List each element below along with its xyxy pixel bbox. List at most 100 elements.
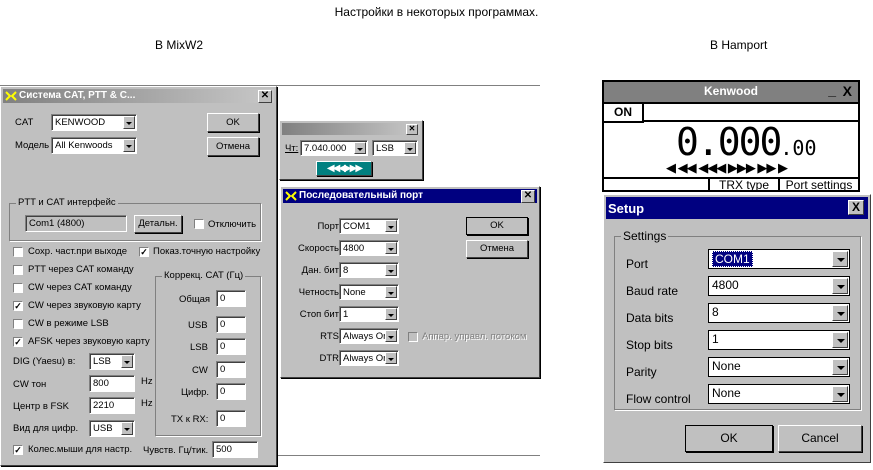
mixw-app-icon bbox=[5, 91, 17, 101]
serial-rts-select[interactable]: Always On bbox=[339, 328, 399, 344]
cw-tone-input[interactable]: 800 bbox=[89, 375, 135, 392]
chevron-down-icon[interactable] bbox=[385, 330, 397, 342]
dig-select-value: LSB bbox=[93, 356, 111, 367]
chevron-down-icon[interactable] bbox=[123, 139, 135, 152]
corr-common-input[interactable]: 0 bbox=[216, 290, 246, 307]
chevron-down-icon[interactable] bbox=[832, 332, 848, 348]
setup-databits-value: 8 bbox=[712, 305, 719, 319]
afsk-sound-checkbox[interactable]: ✓ bbox=[13, 337, 23, 347]
serial-port-select[interactable]: COM1 bbox=[339, 218, 399, 234]
chevron-down-icon[interactable] bbox=[121, 422, 133, 435]
serial-close-button[interactable]: ✕ bbox=[521, 190, 535, 203]
chevron-down-icon[interactable] bbox=[385, 286, 397, 298]
freq-select[interactable]: 7.040.000 bbox=[300, 140, 368, 156]
setup-stopbits-label: Stop bits bbox=[626, 338, 673, 352]
setup-stopbits-select[interactable]: 1 bbox=[708, 330, 850, 350]
cw-cat-label: CW через CAT команду bbox=[28, 282, 132, 293]
hw-flow-checkbox[interactable] bbox=[408, 332, 418, 342]
serial-cancel-button[interactable]: Отмена bbox=[466, 240, 528, 258]
chevron-down-icon[interactable] bbox=[832, 278, 848, 294]
cat-label: CAT bbox=[15, 117, 34, 128]
corr-lsb-input[interactable]: 0 bbox=[216, 338, 246, 355]
afsk-sound-label: AFSK через звуковую карту bbox=[28, 336, 150, 347]
cw-sound-checkbox[interactable]: ✓ bbox=[13, 301, 23, 311]
view-select-value: USB bbox=[93, 423, 113, 434]
ptt-cat-checkbox[interactable] bbox=[13, 265, 23, 275]
fsk-input[interactable]: 2210 bbox=[89, 397, 135, 414]
chevron-down-icon[interactable] bbox=[354, 142, 366, 154]
chevron-down-icon[interactable] bbox=[385, 352, 397, 364]
chevron-down-icon[interactable] bbox=[832, 386, 848, 402]
view-select[interactable]: USB bbox=[89, 420, 135, 437]
cat-ok-button[interactable]: OK bbox=[207, 113, 259, 132]
sens-input[interactable]: 500 bbox=[212, 441, 258, 458]
chevron-down-icon[interactable] bbox=[832, 251, 848, 267]
corr-digital-label: Цифр. bbox=[181, 387, 210, 398]
chevron-down-icon[interactable] bbox=[832, 359, 848, 375]
kenwood-tuning-arrows[interactable]: ◀ ◀◀ ◀◀◀ ▶▶▶ ▶▶ ▶ bbox=[666, 160, 788, 176]
setup-close-button[interactable]: X bbox=[848, 200, 864, 215]
cw-lsb-checkbox[interactable] bbox=[13, 319, 23, 329]
cat-cancel-button[interactable]: Отмена bbox=[207, 137, 259, 156]
trx-type-button[interactable]: TRX type bbox=[708, 179, 780, 192]
wheel-checkbox[interactable]: ✓ bbox=[13, 445, 23, 455]
cat-select[interactable]: KENWOOD bbox=[51, 114, 137, 131]
serial-ok-button[interactable]: OK bbox=[466, 217, 528, 235]
chevron-down-icon[interactable] bbox=[121, 355, 133, 368]
port-settings-button[interactable]: Port settings bbox=[780, 179, 858, 192]
save-freq-checkbox[interactable] bbox=[13, 247, 23, 257]
show-exact-checkbox[interactable]: ✓ bbox=[139, 247, 149, 257]
corr-cw-input[interactable]: 0 bbox=[216, 361, 246, 378]
serial-stopbits-select[interactable]: 1 bbox=[339, 306, 399, 322]
tuning-arrows[interactable]: ◀◀◀▶▶▶ bbox=[316, 161, 372, 176]
setup-titlebar[interactable]: Setup X bbox=[606, 197, 868, 219]
chevron-down-icon[interactable] bbox=[385, 264, 397, 276]
cat-window-titlebar[interactable]: Система CAT, PTT & C... bbox=[3, 89, 274, 103]
serial-window: Последовательный порт ✕ OK Отмена Порт C… bbox=[280, 186, 540, 378]
chevron-down-icon[interactable] bbox=[385, 220, 397, 232]
close-icon: X bbox=[851, 200, 860, 214]
mixw-caption: В MixW2 bbox=[155, 38, 203, 52]
setup-baud-select[interactable]: 4800 bbox=[708, 276, 850, 296]
dig-select[interactable]: LSB bbox=[89, 353, 135, 370]
details-button[interactable]: Детальн. bbox=[134, 215, 182, 233]
setup-parity-select[interactable]: None bbox=[708, 357, 850, 377]
chevron-down-icon[interactable] bbox=[123, 116, 135, 129]
freq-window-titlebar[interactable] bbox=[282, 123, 420, 135]
minimize-icon[interactable]: _ bbox=[828, 82, 836, 98]
setup-baud-label: Baud rate bbox=[626, 284, 679, 298]
serial-dtr-value: Always On bbox=[343, 353, 389, 364]
serial-databits-select[interactable]: 8 bbox=[339, 262, 399, 278]
freq-close-button[interactable]: ✕ bbox=[406, 124, 418, 135]
setup-flow-select[interactable]: None bbox=[708, 384, 850, 404]
corr-cw-label: CW bbox=[192, 365, 208, 376]
disable-checkbox[interactable] bbox=[194, 219, 204, 229]
port-display-field: Com1 (4800) bbox=[25, 215, 127, 232]
serial-parity-select[interactable]: None bbox=[339, 284, 399, 300]
setup-ok-button[interactable]: OK bbox=[685, 425, 773, 452]
setup-parity-label: Parity bbox=[626, 365, 657, 379]
model-select[interactable]: All Kenwoods bbox=[51, 137, 137, 154]
chevron-down-icon[interactable] bbox=[404, 142, 416, 154]
serial-window-titlebar[interactable]: Последовательный порт bbox=[283, 189, 537, 203]
chevron-down-icon[interactable] bbox=[385, 308, 397, 320]
chevron-down-icon[interactable] bbox=[832, 305, 848, 321]
kenwood-titlebar[interactable]: Kenwood _ X bbox=[604, 82, 858, 104]
corr-txrx-input[interactable]: 0 bbox=[216, 410, 246, 427]
setup-databits-select[interactable]: 8 bbox=[708, 303, 850, 323]
corr-digital-input[interactable]: 0 bbox=[216, 383, 246, 400]
setup-cancel-button[interactable]: Cancel bbox=[778, 425, 862, 452]
cw-cat-checkbox[interactable] bbox=[13, 283, 23, 293]
serial-speed-select[interactable]: 4800 bbox=[339, 240, 399, 256]
close-icon[interactable]: X bbox=[843, 83, 852, 99]
setup-port-select[interactable]: COM1 bbox=[708, 249, 850, 269]
serial-dtr-select[interactable]: Always On bbox=[339, 350, 399, 366]
chevron-down-icon[interactable] bbox=[385, 242, 397, 254]
setup-baud-value: 4800 bbox=[712, 278, 739, 292]
cat-close-button[interactable]: ✕ bbox=[258, 90, 272, 103]
corr-usb-input[interactable]: 0 bbox=[216, 316, 246, 333]
serial-port-value: COM1 bbox=[343, 221, 371, 232]
mode-select[interactable]: LSB bbox=[372, 140, 418, 156]
setup-window: Setup X Settings Port COM1 Baud rate 480… bbox=[603, 194, 871, 463]
frequency-small: .00 bbox=[780, 136, 817, 160]
